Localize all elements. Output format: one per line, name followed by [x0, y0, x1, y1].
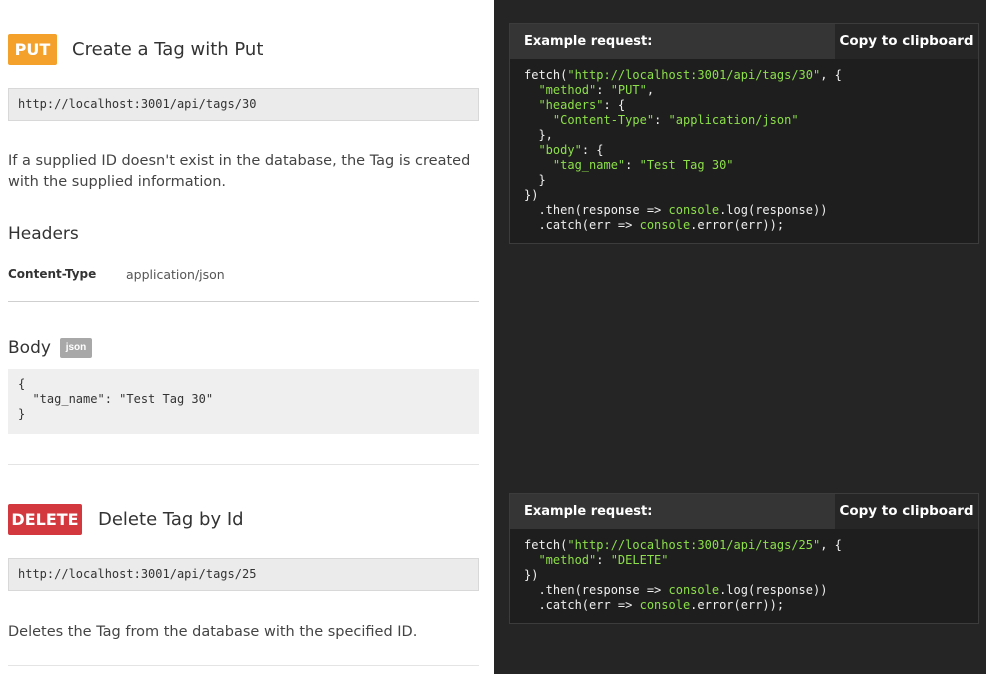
body-code-box[interactable]: { "tag_name": "Test Tag 30"}: [8, 369, 479, 434]
delete-code-block[interactable]: fetch("http://localhost:3001/api/tags/25…: [510, 529, 978, 622]
put-example-card: Example request: Copy to clipboard fetch…: [509, 23, 979, 244]
example-header: Example request: Copy to clipboard: [510, 24, 978, 59]
headers-divider: [8, 301, 479, 302]
body-line: "tag_name": "Test Tag 30": [18, 392, 214, 406]
put-method-badge: PUT: [8, 34, 57, 65]
put-endpoint-title: Create a Tag with Put: [72, 39, 264, 60]
body-heading: Body: [8, 338, 51, 358]
delete-endpoint-title: Delete Tag by Id: [98, 509, 244, 530]
delete-example-card: Example request: Copy to clipboard fetch…: [509, 493, 979, 624]
put-url-box[interactable]: http://localhost:3001/api/tags/30: [8, 88, 479, 121]
docs-panel: PUT Create a Tag with Put http://localho…: [0, 0, 494, 674]
example-label: Example request:: [524, 34, 653, 49]
delete-method-badge: DELETE: [8, 504, 82, 535]
example-header: Example request: Copy to clipboard: [510, 494, 978, 529]
json-format-badge: json: [60, 338, 92, 358]
headers-heading: Headers: [8, 224, 79, 244]
put-description: If a supplied ID doesn't exist in the da…: [8, 153, 471, 190]
bottom-divider: [8, 665, 479, 666]
endpoint-divider: [8, 464, 479, 465]
header-key: Content-Type: [8, 267, 97, 281]
put-code-block[interactable]: fetch("http://localhost:3001/api/tags/30…: [510, 59, 978, 242]
delete-description: Deletes the Tag from the database with t…: [8, 624, 418, 640]
example-label: Example request:: [524, 504, 653, 519]
body-line: }: [18, 407, 26, 421]
copy-to-clipboard-button[interactable]: Copy to clipboard: [835, 24, 978, 59]
header-value: application/json: [126, 267, 225, 282]
copy-to-clipboard-button[interactable]: Copy to clipboard: [835, 494, 978, 529]
delete-url-box[interactable]: http://localhost:3001/api/tags/25: [8, 558, 479, 591]
body-line: {: [18, 377, 26, 391]
